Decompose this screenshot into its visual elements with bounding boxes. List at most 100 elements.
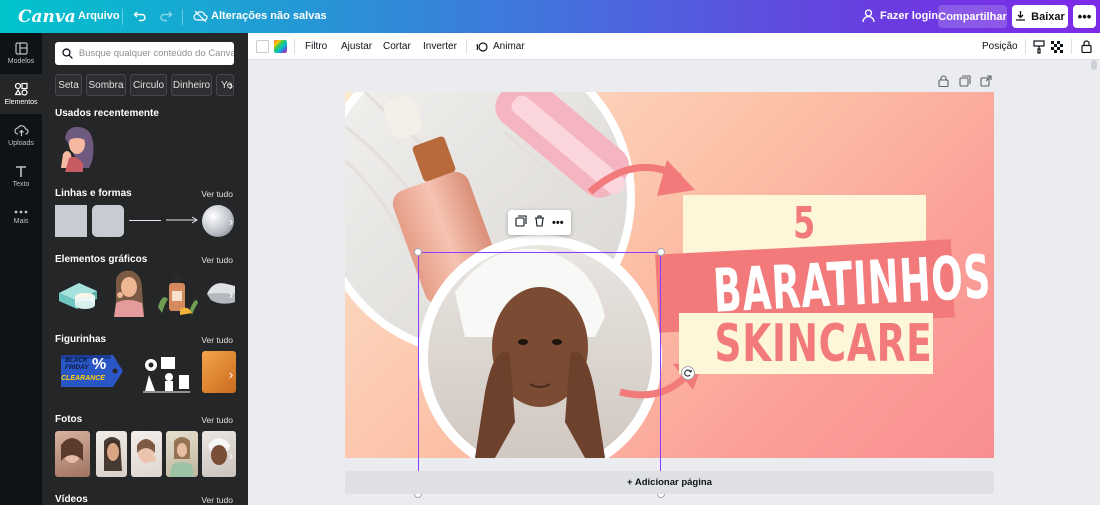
elements-icon — [14, 82, 28, 96]
animate-icon — [476, 41, 488, 52]
floating-toolbar: ••• — [508, 210, 571, 235]
search-placeholder: Busque qualquer conteúdo do Canva — [78, 48, 234, 59]
chip-shadow[interactable]: Sombra — [86, 74, 126, 96]
download-label: Baixar — [1031, 10, 1065, 23]
divider — [1071, 39, 1072, 54]
add-page-button[interactable]: + Adicionar página — [345, 471, 994, 494]
rail-label: Mais — [13, 218, 29, 225]
chevron-right-icon[interactable]: › — [224, 210, 238, 232]
download-button[interactable]: Baixar — [1012, 5, 1068, 28]
divider — [466, 39, 467, 54]
text-icon — [16, 165, 26, 177]
see-all-videos[interactable]: Ver tudo — [201, 495, 233, 505]
file-menu[interactable]: Arquivo — [78, 10, 120, 22]
section-title-stickers: Figurinhas — [55, 334, 107, 345]
cloud-icon — [193, 9, 208, 26]
photo-thumbnail[interactable] — [55, 431, 90, 477]
see-all-graphics[interactable]: Ver tudo — [201, 255, 233, 265]
headline-line-3[interactable]: SKINCARE — [715, 314, 932, 374]
see-all-lines[interactable]: Ver tudo — [201, 189, 233, 199]
rail-label: Elementos — [4, 99, 38, 106]
elements-panel: Busque qualquer conteúdo do Canva Seta S… — [42, 33, 248, 505]
divider — [122, 9, 123, 25]
section-title-lines: Linhas e formas — [55, 188, 132, 199]
filter-button[interactable]: Filtro — [305, 33, 327, 60]
recent-illustration-woman[interactable] — [55, 124, 97, 172]
section-title-graphics: Elementos gráficos — [55, 254, 148, 265]
login-button[interactable]: Fazer login — [880, 10, 938, 22]
sticker-people-gears[interactable] — [139, 351, 191, 393]
side-rail: Modelos Elementos Uploads Texto Mais — [0, 33, 42, 505]
flip-button[interactable]: Inverter — [423, 33, 457, 60]
chevron-right-icon[interactable]: › — [224, 74, 238, 96]
page-add-icon[interactable] — [980, 75, 992, 90]
photo-thumbnail[interactable] — [131, 431, 162, 477]
trash-icon[interactable] — [534, 215, 545, 230]
chevron-right-icon[interactable]: › — [224, 283, 238, 305]
chip-money[interactable]: Dinheiro — [171, 74, 212, 96]
rail-item-elements[interactable]: Elementos — [0, 74, 42, 114]
sticker-text: BLACK FRIDAY — [65, 357, 89, 371]
shape-rounded-square[interactable] — [92, 205, 124, 237]
shape-line[interactable] — [129, 220, 161, 221]
section-title-recent: Usados recentemente — [55, 108, 159, 119]
page-duplicate-icon[interactable] — [959, 75, 971, 90]
save-status: Alterações não salvas — [211, 10, 327, 22]
selection-box[interactable] — [418, 252, 661, 494]
rail-label: Modelos — [7, 57, 35, 65]
position-button[interactable]: Posição — [982, 33, 1018, 60]
more-options-icon[interactable]: ••• — [1073, 5, 1096, 28]
bg-color-swatch[interactable] — [256, 33, 269, 60]
search-icon — [62, 48, 73, 59]
chip-arrow[interactable]: Seta — [55, 74, 82, 96]
rail-item-text[interactable]: Texto — [0, 156, 42, 196]
duplicate-icon[interactable] — [515, 215, 527, 230]
resize-handle[interactable] — [414, 248, 422, 256]
section-title-videos: Vídeos — [55, 494, 88, 505]
chevron-right-icon[interactable]: › — [224, 363, 238, 385]
transparency-icon[interactable] — [1051, 33, 1063, 60]
template-icon — [14, 41, 28, 55]
sticker-percent: % — [92, 356, 107, 373]
color-picker-icon[interactable] — [274, 33, 287, 60]
see-all-stickers[interactable]: Ver tudo — [201, 335, 233, 345]
share-label: Compartilhar — [938, 10, 1007, 23]
canva-logo[interactable]: Canva — [18, 7, 76, 27]
photo-thumbnail[interactable] — [166, 431, 198, 477]
adjust-button[interactable]: Ajustar — [341, 33, 372, 60]
shape-arrow-line[interactable] — [166, 214, 199, 229]
sticker-black-friday[interactable]: BLACK FRIDAY % CLEARANCE — [55, 351, 125, 391]
graphic-cream-jar[interactable] — [55, 273, 101, 315]
see-all-photos[interactable]: Ver tudo — [201, 415, 233, 425]
sticker-clearance: CLEARANCE — [61, 375, 105, 382]
search-input[interactable]: Busque qualquer conteúdo do Canva — [55, 42, 234, 65]
crop-button[interactable]: Cortar — [383, 33, 411, 60]
chevron-right-icon[interactable]: › — [224, 444, 238, 466]
lock-icon[interactable] — [1081, 33, 1092, 60]
photo-thumbnail[interactable] — [96, 431, 127, 477]
divider — [182, 9, 183, 25]
rotate-icon[interactable] — [681, 366, 695, 380]
chip-circle[interactable]: Circulo — [130, 74, 167, 96]
scrollbar-thumb[interactable] — [1091, 60, 1097, 70]
resize-handle[interactable] — [657, 248, 665, 256]
format-paint-icon[interactable] — [1033, 33, 1045, 60]
page-lock-icon[interactable] — [938, 75, 949, 90]
graphic-serum-plants[interactable] — [154, 269, 200, 317]
share-button[interactable]: Compartilhar — [938, 5, 1007, 28]
rail-item-uploads[interactable]: Uploads — [0, 115, 42, 155]
download-icon — [1015, 10, 1026, 24]
graphic-woman-illustration[interactable] — [108, 269, 148, 317]
animate-button[interactable]: Animar — [476, 33, 525, 60]
upload-icon — [13, 124, 29, 136]
redo-icon[interactable] — [159, 9, 173, 26]
section-title-photos: Fotos — [55, 414, 83, 425]
undo-icon[interactable] — [133, 9, 147, 26]
divider — [1025, 39, 1026, 54]
divider — [294, 39, 295, 54]
shape-square[interactable] — [55, 205, 87, 237]
rail-item-more[interactable]: Mais — [0, 197, 42, 237]
rail-item-templates[interactable]: Modelos — [0, 33, 42, 73]
context-toolbar: Filtro Ajustar Cortar Inverter Animar Po… — [248, 33, 1100, 60]
more-icon[interactable]: ••• — [552, 217, 564, 229]
